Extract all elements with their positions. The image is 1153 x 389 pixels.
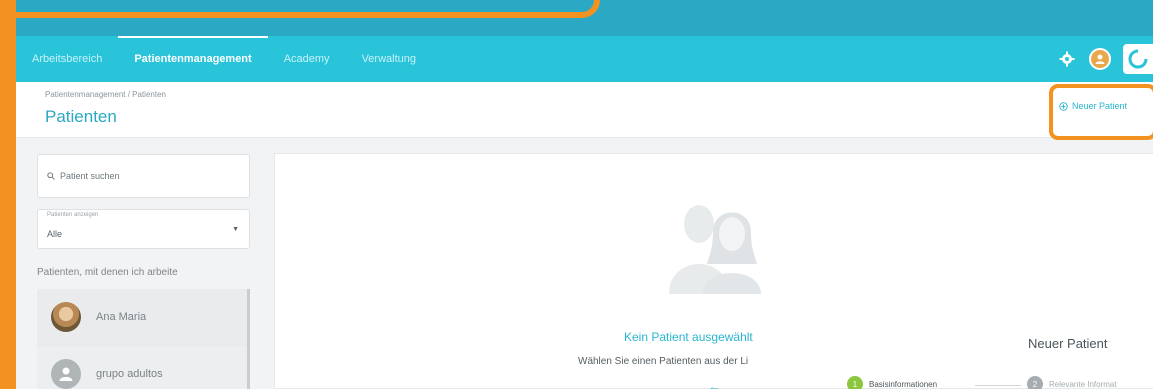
empty-state-title: Kein Patient ausgewählt — [624, 330, 753, 344]
empty-state-subtitle: Wählen Sie einen Patienten aus der Li — [578, 356, 749, 367]
patients-placeholder-icon — [669, 205, 761, 294]
plus-circle-icon — [1059, 101, 1068, 111]
search-placeholder: Patient suchen — [60, 171, 120, 181]
new-patient-panel-title: Neuer Patient — [1028, 336, 1108, 351]
navbar-actions — [1059, 36, 1153, 82]
user-icon — [1095, 54, 1105, 64]
decorative-frame-left — [0, 0, 16, 389]
filter-label: Patienten anzeigen — [47, 212, 99, 218]
user-avatar[interactable] — [1089, 48, 1111, 70]
user-silhouette-icon — [59, 367, 73, 381]
top-navbar: Arbeitsbereich Patientenmanagement Acade… — [16, 36, 1153, 82]
patient-name: Ana Maria — [96, 311, 147, 323]
wizard-step-1[interactable]: 1 Basisinformationen — [847, 376, 937, 389]
nav-item-verwaltung[interactable]: Verwaltung — [346, 36, 432, 82]
patient-section-label: Patienten, mit denen ich arbeite — [37, 267, 178, 278]
breadcrumb[interactable]: Patientenmanagement / Patienten — [45, 90, 166, 99]
arrow-left-icon: ← — [708, 379, 721, 389]
search-icon — [47, 172, 55, 180]
patient-list: Ana Maria grupo adultos — [37, 289, 250, 389]
step-label: Relevante Informat — [1049, 379, 1117, 389]
highlight-frame — [1049, 84, 1153, 140]
patient-filter-select[interactable]: Patienten anzeigen Alle ▼ — [37, 209, 250, 249]
new-patient-button[interactable]: Neuer Patient — [1059, 101, 1127, 111]
patient-list-item[interactable]: grupo adultos — [37, 346, 247, 389]
new-patient-label: Neuer Patient — [1072, 101, 1128, 111]
nav-item-arbeitsbereich[interactable]: Arbeitsbereich — [16, 36, 118, 82]
gear-icon[interactable] — [1059, 51, 1075, 67]
page-header: Patientenmanagement / Patienten Patiente… — [16, 82, 1153, 138]
patient-name: grupo adultos — [96, 368, 163, 380]
step-number-badge: 1 — [847, 376, 863, 389]
filter-value: Alle — [47, 229, 63, 239]
decorative-frame-top-inner — [16, 0, 594, 12]
patient-avatar-photo — [51, 302, 81, 332]
nav-item-academy[interactable]: Academy — [268, 36, 346, 82]
step-connector — [975, 385, 1021, 386]
logo-icon — [1128, 49, 1148, 69]
step-label: Basisinformationen — [869, 379, 938, 389]
app-window: Arbeitsbereich Patientenmanagement Acade… — [16, 36, 1153, 389]
main-content-panel: Kein Patient ausgewählt Wählen Sie einen… — [274, 153, 1153, 389]
patient-sidebar: Patient suchen Patienten anzeigen Alle ▼… — [16, 139, 270, 389]
page-title: Patienten — [45, 107, 117, 126]
wizard-step-2[interactable]: 2 Relevante Informat — [1027, 376, 1117, 389]
patient-list-item[interactable]: Ana Maria — [37, 289, 247, 346]
chevron-down-icon: ▼ — [232, 226, 239, 233]
generic-user-icon — [51, 359, 81, 389]
app-logo[interactable] — [1123, 44, 1153, 74]
nav-item-patientenmanagement[interactable]: Patientenmanagement — [118, 36, 269, 82]
step-number-badge: 2 — [1027, 376, 1043, 389]
patient-search-input[interactable]: Patient suchen — [37, 154, 250, 198]
